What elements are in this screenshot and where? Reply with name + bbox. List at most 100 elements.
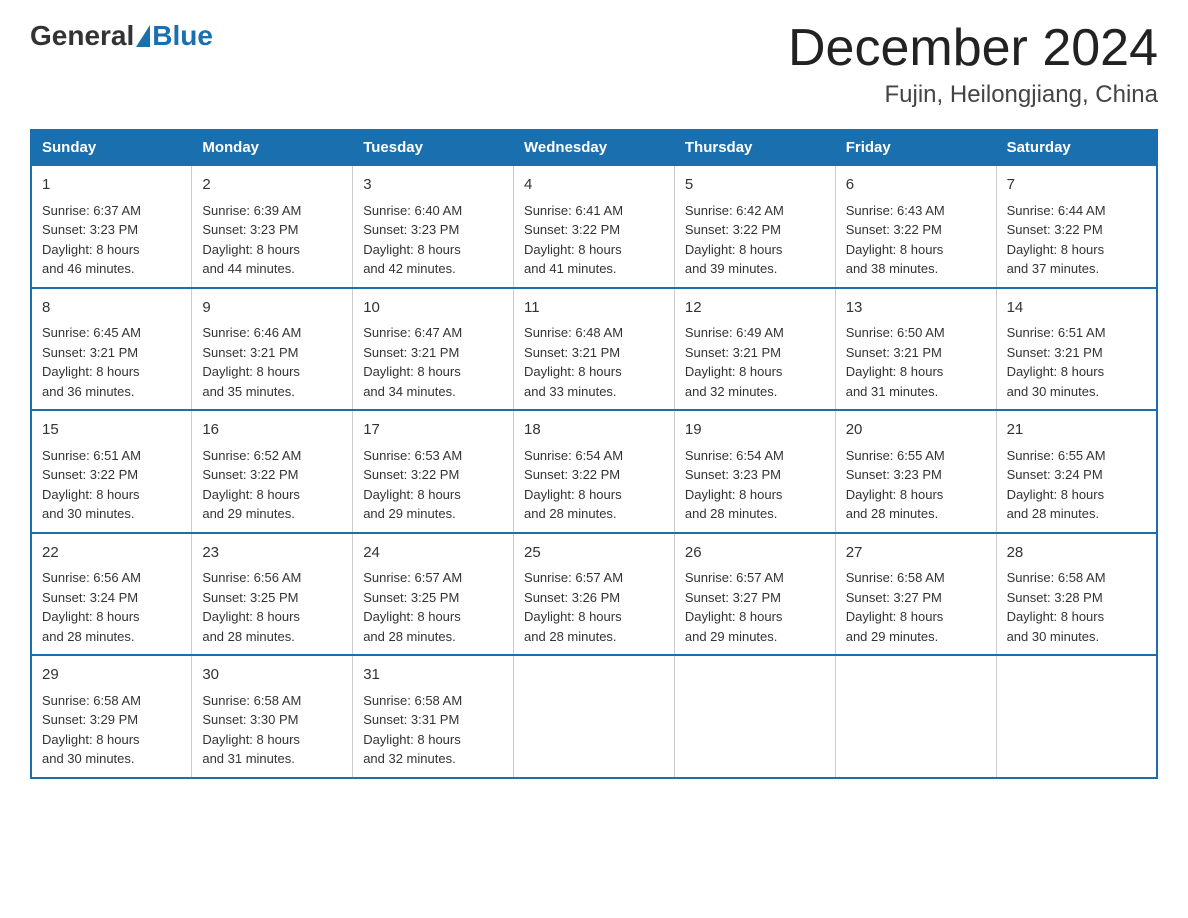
day-number: 13 (846, 297, 986, 320)
calendar-table: SundayMondayTuesdayWednesdayThursdayFrid… (30, 129, 1158, 779)
calendar-week-row: 8 Sunrise: 6:45 AMSunset: 3:21 PMDayligh… (31, 288, 1157, 411)
logo-general-text: General (30, 20, 134, 52)
day-number: 18 (524, 419, 664, 442)
calendar-cell: 3 Sunrise: 6:40 AMSunset: 3:23 PMDayligh… (353, 165, 514, 288)
logo-blue-text: Blue (152, 20, 213, 52)
calendar-cell: 17 Sunrise: 6:53 AMSunset: 3:22 PMDaylig… (353, 410, 514, 533)
day-number: 4 (524, 174, 664, 197)
day-info: Sunrise: 6:57 AMSunset: 3:25 PMDaylight:… (363, 570, 462, 644)
day-number: 3 (363, 174, 503, 197)
calendar-cell: 26 Sunrise: 6:57 AMSunset: 3:27 PMDaylig… (674, 533, 835, 656)
calendar-cell (835, 655, 996, 778)
month-title: December 2024 (788, 20, 1158, 77)
calendar-cell: 28 Sunrise: 6:58 AMSunset: 3:28 PMDaylig… (996, 533, 1157, 656)
calendar-week-row: 1 Sunrise: 6:37 AMSunset: 3:23 PMDayligh… (31, 165, 1157, 288)
day-info: Sunrise: 6:53 AMSunset: 3:22 PMDaylight:… (363, 448, 462, 522)
calendar-cell: 25 Sunrise: 6:57 AMSunset: 3:26 PMDaylig… (514, 533, 675, 656)
day-number: 21 (1007, 419, 1146, 442)
calendar-week-row: 22 Sunrise: 6:56 AMSunset: 3:24 PMDaylig… (31, 533, 1157, 656)
logo: General Blue (30, 20, 213, 52)
calendar-cell: 23 Sunrise: 6:56 AMSunset: 3:25 PMDaylig… (192, 533, 353, 656)
day-number: 15 (42, 419, 181, 442)
day-info: Sunrise: 6:50 AMSunset: 3:21 PMDaylight:… (846, 325, 945, 399)
calendar-cell: 20 Sunrise: 6:55 AMSunset: 3:23 PMDaylig… (835, 410, 996, 533)
day-number: 14 (1007, 297, 1146, 320)
day-number: 16 (202, 419, 342, 442)
day-number: 29 (42, 664, 181, 687)
day-info: Sunrise: 6:46 AMSunset: 3:21 PMDaylight:… (202, 325, 301, 399)
calendar-cell: 2 Sunrise: 6:39 AMSunset: 3:23 PMDayligh… (192, 165, 353, 288)
calendar-cell: 16 Sunrise: 6:52 AMSunset: 3:22 PMDaylig… (192, 410, 353, 533)
day-info: Sunrise: 6:58 AMSunset: 3:29 PMDaylight:… (42, 693, 141, 767)
day-number: 2 (202, 174, 342, 197)
day-info: Sunrise: 6:41 AMSunset: 3:22 PMDaylight:… (524, 203, 623, 277)
calendar-cell: 18 Sunrise: 6:54 AMSunset: 3:22 PMDaylig… (514, 410, 675, 533)
day-number: 5 (685, 174, 825, 197)
day-number: 19 (685, 419, 825, 442)
calendar-header-monday: Monday (192, 130, 353, 165)
calendar-header-sunday: Sunday (31, 130, 192, 165)
day-info: Sunrise: 6:37 AMSunset: 3:23 PMDaylight:… (42, 203, 141, 277)
calendar-header-tuesday: Tuesday (353, 130, 514, 165)
day-info: Sunrise: 6:58 AMSunset: 3:28 PMDaylight:… (1007, 570, 1106, 644)
calendar-cell: 5 Sunrise: 6:42 AMSunset: 3:22 PMDayligh… (674, 165, 835, 288)
calendar-cell (996, 655, 1157, 778)
calendar-cell: 13 Sunrise: 6:50 AMSunset: 3:21 PMDaylig… (835, 288, 996, 411)
day-number: 17 (363, 419, 503, 442)
day-number: 10 (363, 297, 503, 320)
page-header: General Blue December 2024 Fujin, Heilon… (30, 20, 1158, 109)
day-number: 22 (42, 542, 181, 565)
day-number: 1 (42, 174, 181, 197)
calendar-header-wednesday: Wednesday (514, 130, 675, 165)
day-info: Sunrise: 6:56 AMSunset: 3:24 PMDaylight:… (42, 570, 141, 644)
day-number: 12 (685, 297, 825, 320)
day-number: 31 (363, 664, 503, 687)
day-number: 23 (202, 542, 342, 565)
day-info: Sunrise: 6:49 AMSunset: 3:21 PMDaylight:… (685, 325, 784, 399)
day-info: Sunrise: 6:58 AMSunset: 3:30 PMDaylight:… (202, 693, 301, 767)
calendar-header-thursday: Thursday (674, 130, 835, 165)
day-info: Sunrise: 6:42 AMSunset: 3:22 PMDaylight:… (685, 203, 784, 277)
day-number: 30 (202, 664, 342, 687)
calendar-cell: 29 Sunrise: 6:58 AMSunset: 3:29 PMDaylig… (31, 655, 192, 778)
calendar-cell: 1 Sunrise: 6:37 AMSunset: 3:23 PMDayligh… (31, 165, 192, 288)
day-info: Sunrise: 6:44 AMSunset: 3:22 PMDaylight:… (1007, 203, 1106, 277)
calendar-cell: 31 Sunrise: 6:58 AMSunset: 3:31 PMDaylig… (353, 655, 514, 778)
day-info: Sunrise: 6:51 AMSunset: 3:21 PMDaylight:… (1007, 325, 1106, 399)
day-info: Sunrise: 6:45 AMSunset: 3:21 PMDaylight:… (42, 325, 141, 399)
day-info: Sunrise: 6:58 AMSunset: 3:27 PMDaylight:… (846, 570, 945, 644)
day-info: Sunrise: 6:56 AMSunset: 3:25 PMDaylight:… (202, 570, 301, 644)
day-info: Sunrise: 6:55 AMSunset: 3:23 PMDaylight:… (846, 448, 945, 522)
day-info: Sunrise: 6:52 AMSunset: 3:22 PMDaylight:… (202, 448, 301, 522)
day-info: Sunrise: 6:54 AMSunset: 3:22 PMDaylight:… (524, 448, 623, 522)
calendar-cell (674, 655, 835, 778)
calendar-cell: 15 Sunrise: 6:51 AMSunset: 3:22 PMDaylig… (31, 410, 192, 533)
calendar-cell: 10 Sunrise: 6:47 AMSunset: 3:21 PMDaylig… (353, 288, 514, 411)
calendar-cell: 12 Sunrise: 6:49 AMSunset: 3:21 PMDaylig… (674, 288, 835, 411)
day-number: 27 (846, 542, 986, 565)
calendar-cell: 22 Sunrise: 6:56 AMSunset: 3:24 PMDaylig… (31, 533, 192, 656)
calendar-header-row: SundayMondayTuesdayWednesdayThursdayFrid… (31, 130, 1157, 165)
day-info: Sunrise: 6:47 AMSunset: 3:21 PMDaylight:… (363, 325, 462, 399)
calendar-header-friday: Friday (835, 130, 996, 165)
calendar-cell: 24 Sunrise: 6:57 AMSunset: 3:25 PMDaylig… (353, 533, 514, 656)
day-number: 6 (846, 174, 986, 197)
calendar-cell: 8 Sunrise: 6:45 AMSunset: 3:21 PMDayligh… (31, 288, 192, 411)
day-number: 26 (685, 542, 825, 565)
calendar-header-saturday: Saturday (996, 130, 1157, 165)
day-info: Sunrise: 6:48 AMSunset: 3:21 PMDaylight:… (524, 325, 623, 399)
day-number: 24 (363, 542, 503, 565)
day-number: 9 (202, 297, 342, 320)
calendar-week-row: 29 Sunrise: 6:58 AMSunset: 3:29 PMDaylig… (31, 655, 1157, 778)
calendar-cell: 6 Sunrise: 6:43 AMSunset: 3:22 PMDayligh… (835, 165, 996, 288)
day-number: 8 (42, 297, 181, 320)
day-number: 25 (524, 542, 664, 565)
logo-triangle-icon (136, 25, 150, 47)
day-info: Sunrise: 6:51 AMSunset: 3:22 PMDaylight:… (42, 448, 141, 522)
day-info: Sunrise: 6:40 AMSunset: 3:23 PMDaylight:… (363, 203, 462, 277)
day-info: Sunrise: 6:57 AMSunset: 3:27 PMDaylight:… (685, 570, 784, 644)
calendar-cell: 9 Sunrise: 6:46 AMSunset: 3:21 PMDayligh… (192, 288, 353, 411)
calendar-cell: 4 Sunrise: 6:41 AMSunset: 3:22 PMDayligh… (514, 165, 675, 288)
calendar-cell: 14 Sunrise: 6:51 AMSunset: 3:21 PMDaylig… (996, 288, 1157, 411)
location-text: Fujin, Heilongjiang, China (788, 81, 1158, 109)
